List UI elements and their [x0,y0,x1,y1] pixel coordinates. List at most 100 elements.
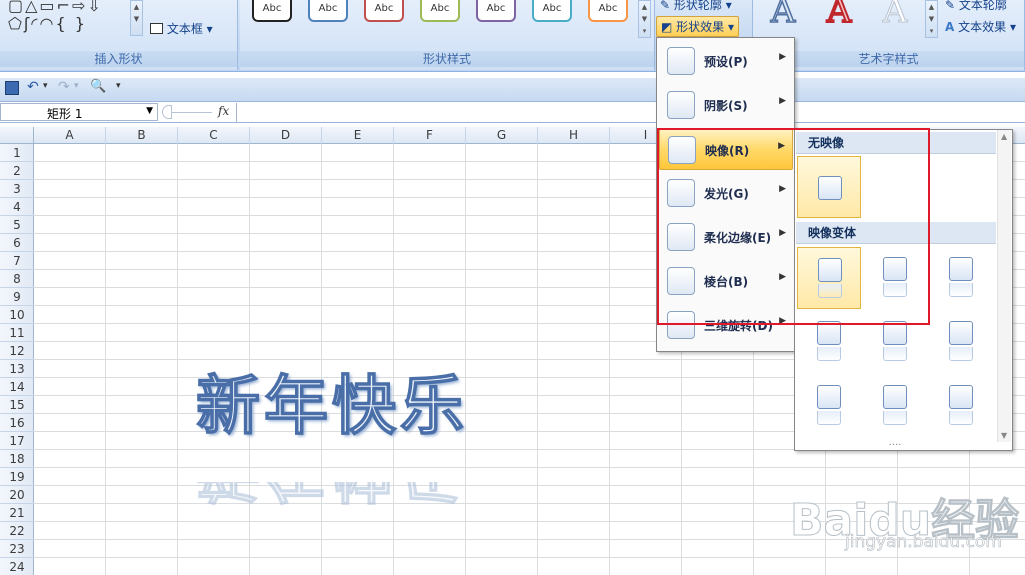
submenu-resize-grip[interactable]: .... [795,438,995,450]
reflection-thumb-mirror [949,283,973,297]
row-header[interactable]: 3 [0,180,34,198]
shapes-gallery-row2[interactable]: ⬠ʃ◜◠{ } [8,14,87,33]
row-header[interactable]: 17 [0,432,34,450]
reflection-variation-option[interactable] [929,375,993,437]
undo-icon[interactable]: ↶ [27,79,39,95]
row-header[interactable]: 9 [0,288,34,306]
reflection-thumb [949,385,973,409]
shape-style-swatch[interactable]: Abc [532,0,572,22]
formula-divider [172,112,212,113]
insert-shapes-label: 插入形状 [0,51,237,67]
row-header[interactable]: 5 [0,216,34,234]
reflection-thumb [949,257,973,281]
name-box-dropdown-icon[interactable]: ▼ [146,106,153,116]
name-box-value: 矩形 1 [47,107,83,121]
row-header[interactable]: 15 [0,396,34,414]
text-effects-label: 文本效果 [958,20,1007,34]
insert-shapes-group: ▢△▭⌐⇨⇩ ⬠ʃ◜◠{ } ▲ ▼ 文本框 ▾ 插入形状 [0,0,238,70]
row-header[interactable]: 20 [0,486,34,504]
column-header[interactable]: E [322,127,394,144]
row-header[interactable]: 7 [0,252,34,270]
effects-menu-item[interactable]: 阴影(S) ▶ [659,84,793,126]
submenu-scrollbar[interactable]: ▲ ▼ [997,130,1011,442]
row-header[interactable]: 11 [0,324,34,342]
reflection-variation-option[interactable] [797,375,861,437]
row-header[interactable]: 6 [0,234,34,252]
name-box[interactable]: 矩形 1 ▼ [0,103,158,121]
row-header[interactable]: 16 [0,414,34,432]
shapes-gallery-scroll[interactable]: ▲ ▼ [130,0,143,36]
text-outline-button[interactable]: ✎ 文本轮廓 [945,0,1007,13]
shape-style-swatch[interactable]: Abc [476,0,516,22]
reflection-thumb-mirror [949,347,973,361]
select-all-corner[interactable] [0,127,34,144]
reflection-variation-option[interactable] [929,311,993,373]
effects-menu-label: 预设(P) [704,55,748,69]
shape-styles-group: Abc Abc Abc Abc Abc Abc Abc ▲ ▼ ▾ 形状样式 [240,0,655,70]
wordart-style-1[interactable]: A [761,0,805,31]
column-header[interactable]: B [106,127,178,144]
wordart-text[interactable]: 新年快乐 [195,355,468,447]
reflection-thumb [883,385,907,409]
row-header[interactable]: 10 [0,306,34,324]
customize-qat-icon[interactable]: ▾ [116,81,121,91]
row-header[interactable]: 1 [0,144,34,162]
row-header[interactable]: 21 [0,504,34,522]
highlight-box [657,128,930,325]
column-header[interactable]: D [250,127,322,144]
row-header[interactable]: 24 [0,558,34,575]
shape-style-swatch[interactable]: Abc [364,0,404,22]
wordart-style-3[interactable]: A [873,0,917,31]
ribbon: ▢△▭⌐⇨⇩ ⬠ʃ◜◠{ } ▲ ▼ 文本框 ▾ 插入形状 Abc Abc Abc Ab… [0,0,1025,72]
row-header[interactable]: 23 [0,540,34,558]
reflection-variation-option[interactable] [863,375,927,437]
effects-menu-item[interactable]: 预设(P) ▶ [659,40,793,82]
save-icon[interactable] [5,81,19,95]
insert-function-icon[interactable]: fx [218,104,229,118]
reflection-variation-option[interactable] [929,247,993,309]
style-gallery-scroll[interactable]: ▲ ▼ ▾ [638,0,651,38]
shape-outline-button[interactable]: ✎ 形状轮廓 ▾ [660,0,732,13]
reflection-thumb-mirror [883,411,907,425]
wordart-style-2[interactable]: A [817,0,861,31]
shape-style-swatch[interactable]: Abc [588,0,628,22]
row-header[interactable]: 14 [0,378,34,396]
shapes-gallery-row1[interactable]: ▢△▭⌐⇨⇩ [8,0,103,15]
column-header[interactable]: F [394,127,466,144]
scroll-down-icon[interactable]: ▼ [1001,431,1007,440]
row-header[interactable]: 12 [0,342,34,360]
column-header[interactable]: C [178,127,250,144]
row-header[interactable]: 4 [0,198,34,216]
formula-bar: 矩形 1 ▼ fx [0,102,1025,123]
text-effects-icon: A [945,20,955,34]
row-header[interactable]: 22 [0,522,34,540]
row-header[interactable]: 2 [0,162,34,180]
text-outline-label: 文本轮廓 [958,0,1007,12]
scroll-up-icon[interactable]: ▲ [1001,132,1007,141]
submenu-arrow-icon: ▶ [779,96,786,106]
column-header[interactable]: H [538,127,610,144]
column-header[interactable]: A [34,127,106,144]
row-header[interactable]: 8 [0,270,34,288]
formula-input[interactable] [236,103,1025,122]
text-effects-button[interactable]: A 文本效果 ▾ [945,18,1016,35]
print-preview-icon[interactable]: 🔍 [90,79,106,94]
formula-resize-handle[interactable] [162,105,172,119]
column-header[interactable]: G [466,127,538,144]
shape-style-swatch[interactable]: Abc [252,0,292,22]
text-box-button[interactable]: 文本框 ▾ [150,20,213,37]
redo-icon[interactable]: ↷ [58,79,70,95]
wordart-gallery-scroll[interactable]: ▲ ▼ ▾ [925,0,938,38]
row-header[interactable]: 18 [0,450,34,468]
shape-effects-label: 形状效果 [676,20,725,34]
redo-dropdown-icon[interactable]: ▾ [74,81,79,91]
row-header[interactable]: 19 [0,468,34,486]
row-header[interactable]: 13 [0,360,34,378]
reflection-thumb-mirror [949,411,973,425]
shape-effects-button[interactable]: ◩ 形状效果 ▾ [656,16,740,37]
effects-menu-label: 阴影(S) [704,99,748,113]
reflection-thumb-mirror [817,347,841,361]
undo-dropdown-icon[interactable]: ▾ [43,81,48,91]
shape-style-swatch[interactable]: Abc [308,0,348,22]
shape-style-swatch[interactable]: Abc [420,0,460,22]
